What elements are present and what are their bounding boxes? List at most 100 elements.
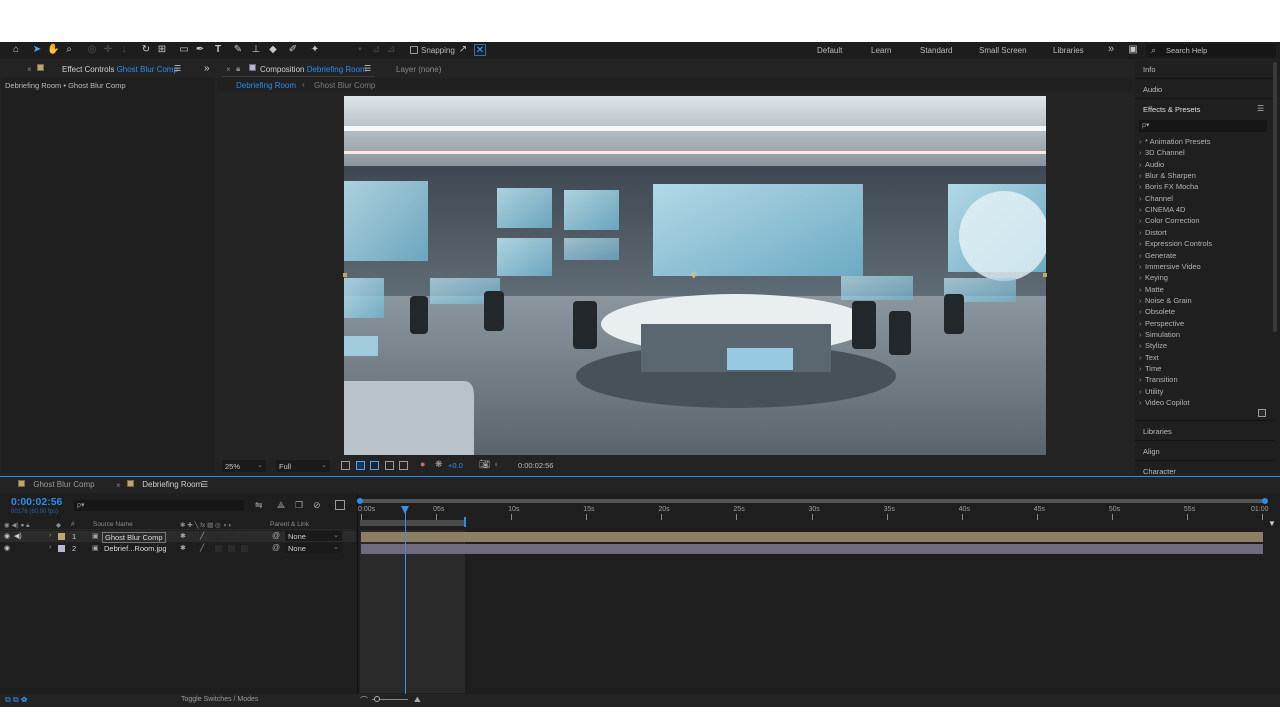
effects-category-item[interactable]: › Text <box>1139 353 1159 362</box>
effects-category-item[interactable]: › Obsolete <box>1139 307 1175 316</box>
zoom-out-icon[interactable]: ⌒ <box>360 695 368 706</box>
transparency-grid-icon[interactable] <box>356 461 365 470</box>
layer-name[interactable]: Ghost Blur Comp <box>102 532 166 543</box>
effects-category-item[interactable]: › Time <box>1139 364 1161 373</box>
layer-name[interactable]: Debrief...Room.jpg <box>104 544 167 553</box>
toggle-switches-modes[interactable]: Toggle Switches / Modes <box>181 696 258 703</box>
character-panel-header[interactable]: Character <box>1143 467 1176 474</box>
effects-category-item[interactable]: › Perspective <box>1139 319 1184 328</box>
comp-nav-other[interactable]: Ghost Blur Comp <box>314 81 375 90</box>
region-of-interest-icon[interactable] <box>341 461 350 470</box>
effects-category-item[interactable]: › Noise & Grain <box>1139 296 1192 305</box>
source-name-header[interactable]: Source Name <box>93 521 133 528</box>
hand-tool-icon[interactable]: ✋ <box>47 44 59 56</box>
draft-3d-icon[interactable]: ⟁ <box>277 500 285 511</box>
comp-mini-flowchart-icon[interactable]: ⇋ <box>255 500 263 511</box>
graph-editor-icon[interactable] <box>335 500 345 510</box>
parent-link-header[interactable]: Parent & Link <box>270 521 309 528</box>
layer-handle-right[interactable] <box>1043 273 1047 277</box>
expand-layer-icon[interactable]: › <box>49 544 51 551</box>
workspace-standard[interactable]: Standard <box>920 46 952 55</box>
snap-grid-icon[interactable]: ✕ <box>474 44 486 56</box>
close-comp-tab-icon[interactable]: × <box>226 65 231 74</box>
collapse-switch-icon[interactable]: ✱ <box>180 532 186 540</box>
comp-panel-menu-icon[interactable]: ☰ <box>364 64 371 73</box>
effects-category-item[interactable]: › Boris FX Mocha <box>1139 182 1198 191</box>
work-area-start-handle[interactable] <box>357 498 363 504</box>
snapshot-icon[interactable]: 📷︎ <box>479 459 490 470</box>
anchor-tool-icon[interactable]: ⊞ <box>156 44 168 56</box>
effects-search-field[interactable]: ρ▾ <box>1139 120 1267 132</box>
resolution-dropdown[interactable]: Full ⌄ <box>276 460 330 472</box>
zoom-in-icon[interactable]: ⛰ <box>414 695 421 705</box>
workspace-default[interactable]: Default <box>817 46 842 55</box>
rectangle-tool-icon[interactable]: ▭ <box>178 44 190 56</box>
quality-switch-icon[interactable]: ╱ <box>200 532 204 540</box>
effects-category-item[interactable]: › Color Correction <box>1139 216 1200 225</box>
close-tab-icon[interactable]: × <box>116 481 121 490</box>
render-time-icon[interactable]: ⧉ ⧉ ✿ <box>5 695 27 705</box>
layer-row[interactable]: ◉ › 2 ▣ Debrief...Room.jpg ✱ ╱ @ None ⌄ <box>0 542 356 554</box>
eye-icon[interactable]: ◉ <box>4 532 10 540</box>
pen-tool-icon[interactable]: ✒ <box>194 44 206 56</box>
workspace-overflow-icon[interactable]: » <box>1108 43 1114 55</box>
effects-category-item[interactable]: › Transition <box>1139 375 1178 384</box>
effects-category-item[interactable]: › Channel <box>1139 194 1173 203</box>
work-area-end-handle[interactable] <box>1262 498 1268 504</box>
playhead-icon[interactable] <box>401 506 409 514</box>
parent-dropdown[interactable]: None ⌄ <box>285 542 342 553</box>
frame-blending-icon[interactable]: ⊘ <box>313 500 321 511</box>
selection-tool-icon[interactable]: ➤ <box>31 44 43 56</box>
comp-lock-icon[interactable]: 🔒︎ <box>236 64 240 74</box>
shy-layers-icon[interactable]: ❐ <box>295 500 303 511</box>
rotate-tool-icon[interactable]: ↻ <box>140 44 152 56</box>
layer-duration-bar[interactable] <box>361 532 1263 542</box>
color-management-icon[interactable]: ● <box>420 459 425 469</box>
audio-icon[interactable]: ◀) <box>14 532 22 540</box>
effects-category-item[interactable]: › Keying <box>1139 273 1168 282</box>
libraries-panel-header[interactable]: Libraries <box>1143 427 1172 436</box>
switch-box[interactable] <box>215 544 222 552</box>
effects-panel-menu-icon[interactable]: ☰ <box>1257 104 1264 113</box>
collapse-switch-icon[interactable]: ✱ <box>180 544 186 552</box>
type-tool-icon[interactable]: T <box>212 44 224 56</box>
anchor-point-icon[interactable]: ✥ <box>690 270 698 281</box>
timeline-search-field[interactable]: ρ▾ <box>74 500 244 511</box>
effect-controls-target[interactable]: Ghost Blur Comp <box>117 65 178 74</box>
align-panel-header[interactable]: Align <box>1143 447 1160 456</box>
exposure-reset-icon[interactable]: ❋ <box>435 459 443 470</box>
effects-presets-header[interactable]: Effects & Presets <box>1143 105 1200 114</box>
snap-feature-icon[interactable]: ↗ <box>457 44 469 56</box>
timeline-menu-icon[interactable]: ☰ <box>201 480 208 489</box>
composition-tab-title[interactable]: Composition Debriefing Room <box>260 65 367 74</box>
effects-category-item[interactable]: › Generate <box>1139 251 1176 260</box>
mask-visibility-icon[interactable] <box>370 461 379 470</box>
workspace-small-screen[interactable]: Small Screen <box>979 46 1027 55</box>
dolly-tool-icon[interactable]: ↓ <box>118 44 130 56</box>
effects-category-item[interactable]: › Video Copilot <box>1139 398 1189 407</box>
parent-dropdown[interactable]: None ⌄ <box>285 531 342 541</box>
switch-box[interactable] <box>228 533 235 540</box>
effects-category-item[interactable]: › Expression Controls <box>1139 239 1212 248</box>
pick-whip-icon[interactable]: @ <box>272 543 280 552</box>
effects-category-item[interactable]: › Audio <box>1139 160 1164 169</box>
exposure-value[interactable]: +0.0 <box>448 461 463 470</box>
effects-category-item[interactable]: › * Animation Presets <box>1139 137 1210 146</box>
pan-tool-icon[interactable]: ✛ <box>102 44 114 56</box>
lock-icon[interactable] <box>37 64 44 73</box>
composition-tab[interactable] <box>249 64 256 73</box>
effects-category-item[interactable]: › Distort <box>1139 228 1167 237</box>
current-time-indicator[interactable] <box>405 508 406 694</box>
brush-tool-icon[interactable]: ✎ <box>232 44 244 56</box>
roto-brush-icon[interactable]: ✐ <box>287 44 299 56</box>
effects-category-item[interactable]: › Matte <box>1139 285 1164 294</box>
quality-switch-icon[interactable]: ╱ <box>200 544 204 552</box>
layer-handle-left[interactable] <box>343 273 347 277</box>
work-area-bar[interactable] <box>360 499 1266 503</box>
pick-whip-icon[interactable]: @ <box>272 531 280 540</box>
workspace-libraries[interactable]: Libraries <box>1053 46 1084 55</box>
switch-box[interactable] <box>228 544 235 552</box>
info-panel-header[interactable]: Info <box>1143 65 1156 74</box>
audio-panel-header[interactable]: Audio <box>1143 85 1162 94</box>
effects-category-item[interactable]: › CINEMA 4D <box>1139 205 1185 214</box>
